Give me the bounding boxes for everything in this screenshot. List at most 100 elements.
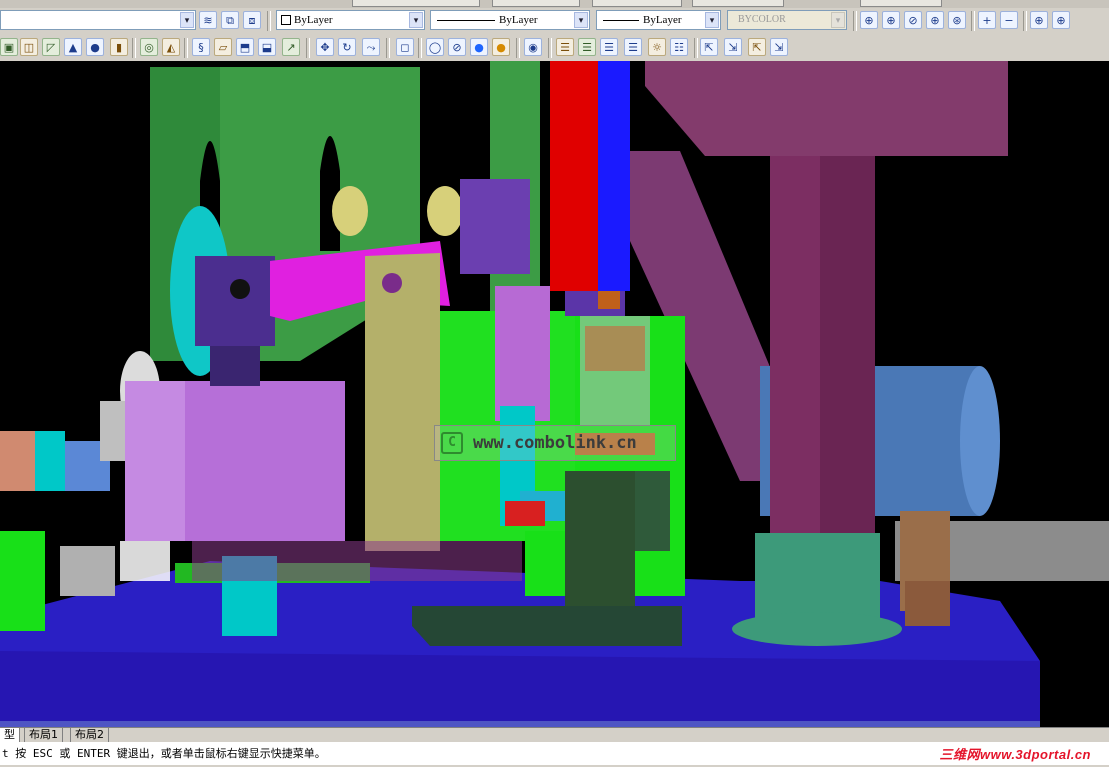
toolbar-stub [860, 0, 942, 7]
3d-model-render [0, 61, 1109, 727]
presspull-icon[interactable]: ⬓ [258, 38, 276, 56]
toolbar-separator [267, 11, 271, 31]
chevron-down-icon[interactable]: ▾ [574, 12, 588, 28]
lower-maroon-rail [192, 541, 522, 581]
toolbar-stub [592, 0, 682, 7]
3d-rotate-icon[interactable]: ↻ [338, 38, 356, 56]
color-combo[interactable]: ByLayer ▾ [276, 10, 425, 30]
layout-tabs: 型 布局1 布局2 [0, 727, 1109, 743]
command-line[interactable]: t 按 ESC 或 ENTER 键退出，或者单击鼠标右键显示快捷菜单。 三维网w… [0, 742, 1109, 765]
motor-cap [195, 256, 275, 346]
cyan-coupling [35, 431, 65, 491]
render-icon[interactable]: ☰ [556, 38, 574, 56]
zoom-scale-icon[interactable]: ⊕ [926, 11, 944, 29]
linetype-preview [437, 19, 495, 21]
polysolid-icon[interactable]: ▣ [0, 38, 18, 56]
render-settings-icon[interactable]: ☷ [670, 38, 688, 56]
2d-wireframe-icon[interactable]: ◻ [396, 38, 414, 56]
linetype-combo[interactable]: ByLayer ▾ [430, 10, 590, 30]
sphere-icon[interactable]: ● [86, 38, 104, 56]
toolbar-separator [386, 38, 390, 58]
conceptual-icon[interactable]: ● [492, 38, 510, 56]
wedge-icon[interactable]: ◸ [42, 38, 60, 56]
gray-coupling [100, 401, 125, 461]
zoom-window-icon[interactable]: ⊕ [882, 11, 900, 29]
purple-slider [495, 286, 550, 421]
khaki-plate [365, 253, 440, 551]
realistic-icon[interactable]: ● [470, 38, 488, 56]
zoom-out-icon[interactable]: − [1000, 11, 1018, 29]
chevron-down-icon[interactable]: ▾ [409, 12, 423, 28]
red-block [505, 501, 545, 526]
blue-cylinder-end [960, 366, 1000, 516]
helix-icon[interactable]: § [192, 38, 210, 56]
guard-cylinder [585, 326, 645, 371]
3d-align-icon[interactable]: ⤳ [362, 38, 380, 56]
tab-model[interactable]: 型 [0, 728, 20, 743]
walk-icon[interactable]: ⇲ [724, 38, 742, 56]
toolbar-stub [352, 0, 480, 7]
zoom-all-icon[interactable]: ⊕ [1030, 11, 1048, 29]
layer-previous-icon[interactable]: ⧈ [243, 11, 261, 29]
zoom-dynamic-icon[interactable]: ⊘ [904, 11, 922, 29]
chevron-down-icon[interactable]: ▾ [705, 12, 719, 28]
model-viewport[interactable]: C www.combolink.cn [0, 61, 1109, 727]
color-combo-value: ByLayer [294, 14, 333, 26]
3d-wireframe-icon[interactable]: ◯ [426, 38, 444, 56]
lineweight-preview [603, 19, 639, 21]
layer-combo[interactable]: ▾ [0, 10, 196, 30]
toolbar-separator [853, 11, 857, 31]
toolbar-stub [692, 0, 784, 7]
orange-tab [598, 291, 620, 309]
watermark-url: www.combolink.cn [473, 433, 637, 453]
red-rail [550, 61, 598, 291]
green-pipe [0, 531, 45, 631]
zoom-in-icon[interactable]: + [978, 11, 996, 29]
tab-layout1[interactable]: 布局1 [24, 728, 63, 743]
3d-hidden-icon[interactable]: ⊘ [448, 38, 466, 56]
layer-state-icon[interactable]: ⧉ [221, 11, 239, 29]
box-icon[interactable]: ◫ [20, 38, 38, 56]
lights-icon[interactable]: ☰ [578, 38, 596, 56]
column-flange [732, 612, 902, 646]
extrude-icon[interactable]: ⬒ [236, 38, 254, 56]
lock-icon[interactable]: ⇲ [770, 38, 788, 56]
frame-slot [320, 136, 340, 251]
lower-plate [412, 606, 682, 646]
toolbar-separator [548, 38, 552, 58]
render-env-icon[interactable]: ☼ [648, 38, 666, 56]
layer-properties-icon[interactable]: ≋ [199, 11, 217, 29]
fly-icon[interactable]: ⇱ [748, 38, 766, 56]
toolbar-separator [516, 38, 520, 58]
chevron-down-icon: ▾ [831, 12, 845, 28]
site-watermark-cn: 三维网 [939, 747, 980, 762]
properties-toolbar: ▾ ≋ ⧉ ⧈ ByLayer ▾ ByLayer ▾ ByLayer ▾ BY… [0, 8, 1109, 34]
command-line-text: t 按 ESC 或 ENTER 键退出，或者单击鼠标右键显示快捷菜单。 [2, 747, 326, 760]
cylinder-icon[interactable]: ▮ [110, 38, 128, 56]
toolbar-separator [184, 38, 188, 58]
camera-icon[interactable]: ⇱ [700, 38, 718, 56]
guard-plate [630, 471, 670, 551]
base-plate-front [0, 651, 1040, 727]
motor-housing-face [125, 381, 185, 541]
pyramid-icon[interactable]: ◭ [162, 38, 180, 56]
torus-icon[interactable]: ◎ [140, 38, 158, 56]
visual-style-manager-icon[interactable]: ◉ [524, 38, 542, 56]
chevron-down-icon[interactable]: ▾ [180, 12, 194, 28]
cone-icon[interactable]: ▲ [64, 38, 82, 56]
planar-surface-icon[interactable]: ▱ [214, 38, 232, 56]
top-block [645, 61, 1008, 156]
zoom-extents-icon[interactable]: ⊕ [1052, 11, 1070, 29]
zoom-realtime-icon[interactable]: ⊕ [860, 11, 878, 29]
tab-layout2[interactable]: 布局2 [70, 728, 109, 743]
column-shade [820, 156, 875, 546]
site-watermark: 三维网www.3dportal.cn [939, 743, 1091, 767]
lineweight-combo[interactable]: ByLayer ▾ [596, 10, 721, 30]
toolbar-separator [694, 38, 698, 58]
materials-icon[interactable]: ☰ [600, 38, 618, 56]
sweep-icon[interactable]: ↗ [282, 38, 300, 56]
khaki-plate-hole [382, 273, 402, 293]
3d-move-icon[interactable]: ✥ [316, 38, 334, 56]
mapping-icon[interactable]: ☰ [624, 38, 642, 56]
zoom-center-icon[interactable]: ⊛ [948, 11, 966, 29]
